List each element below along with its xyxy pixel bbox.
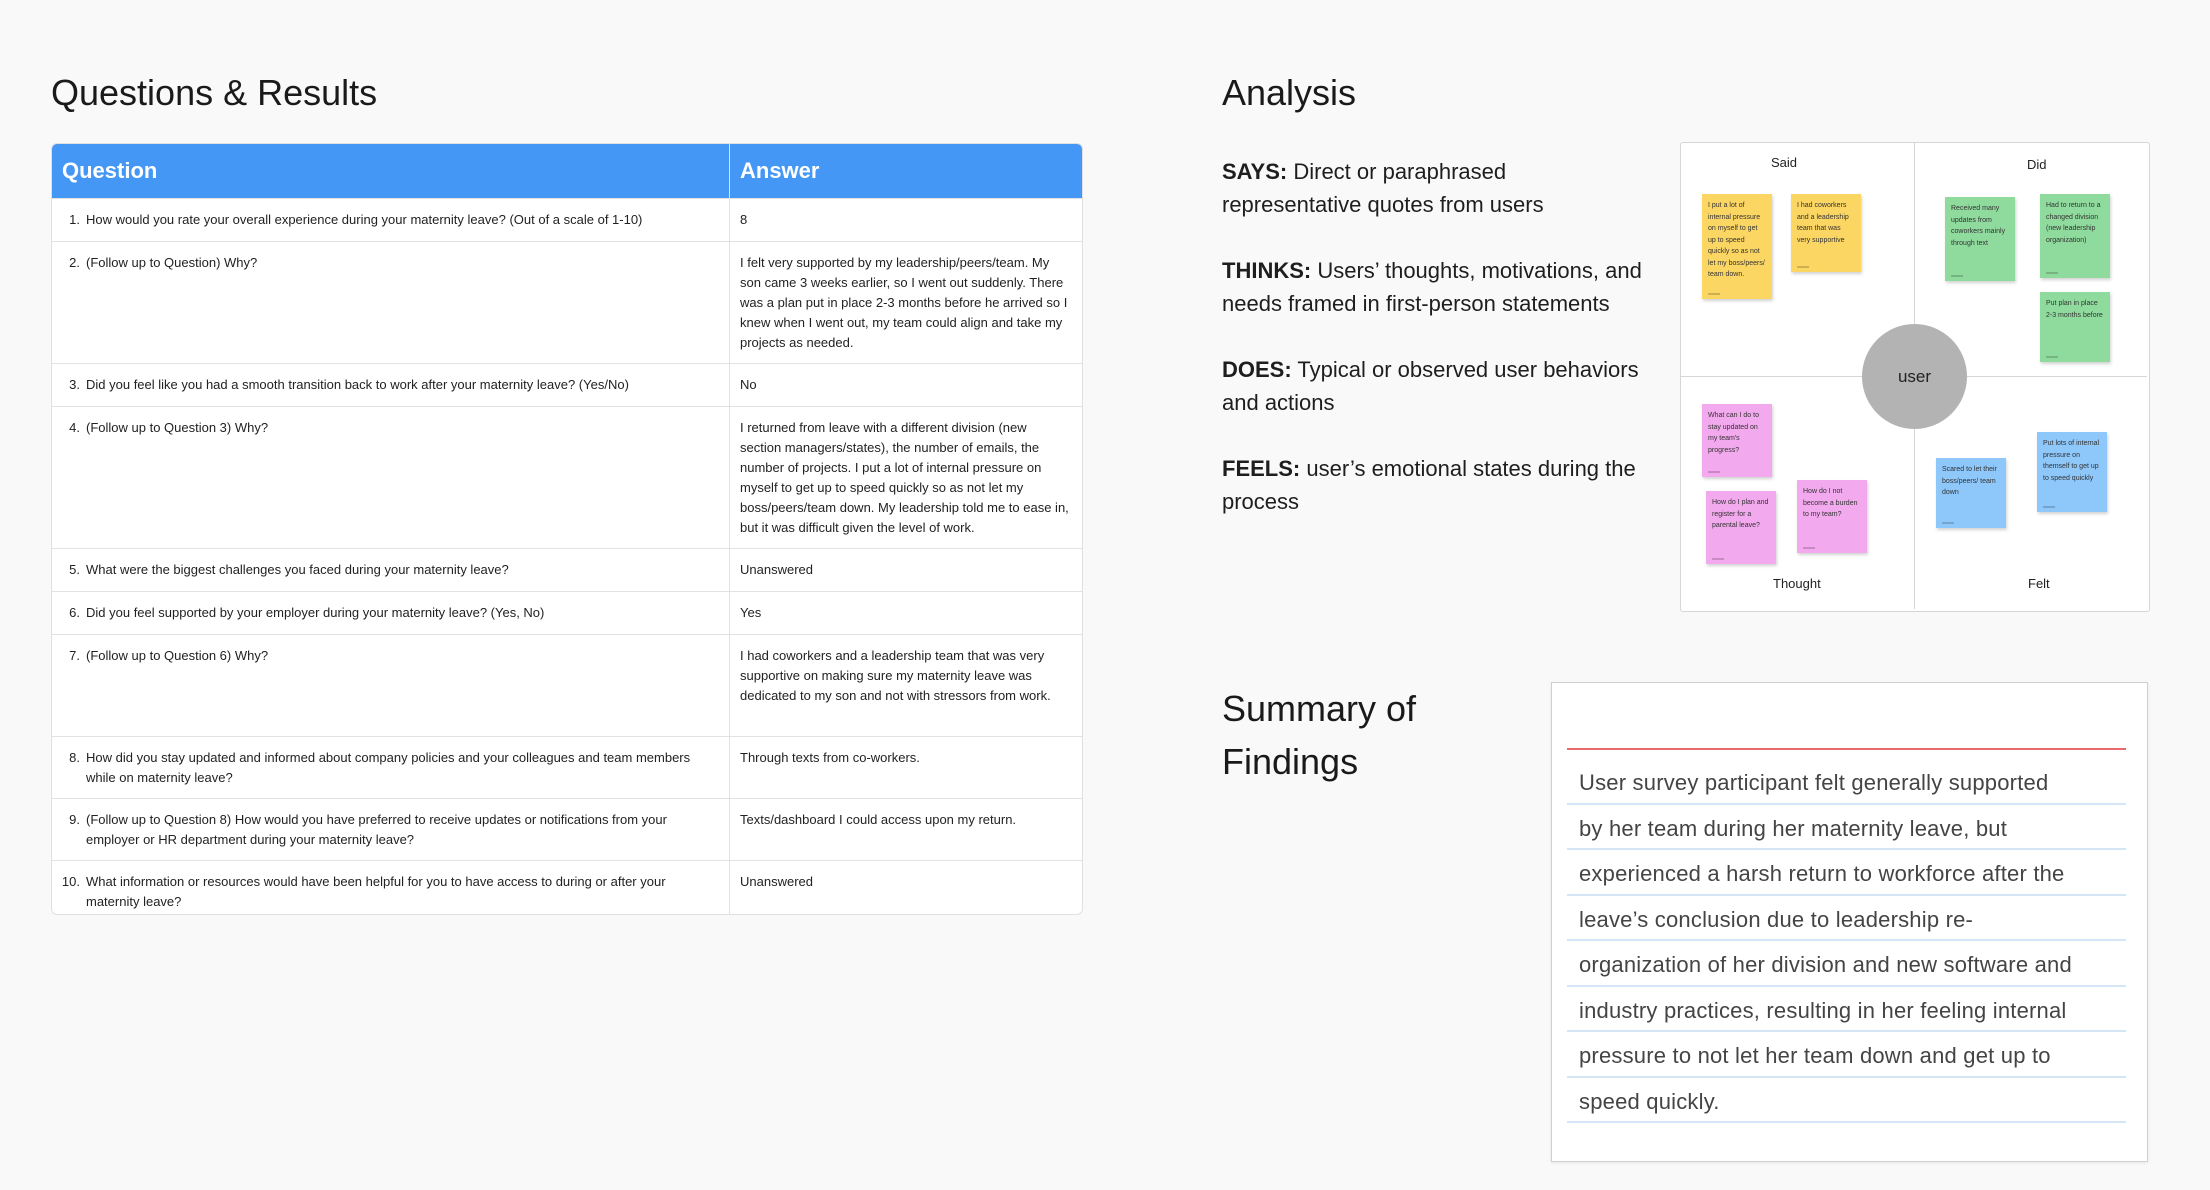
- analysis-definitions: SAYS: Direct or paraphrased representati…: [1222, 155, 1642, 551]
- table-row: 10. What information or resources would h…: [52, 860, 1082, 914]
- feels-definition: FEELS: user’s emotional states during th…: [1222, 452, 1642, 518]
- summary-line: by her team during her maternity leave, …: [1567, 806, 2126, 850]
- said-label: Said: [1771, 155, 1798, 170]
- summary-line: pressure to not let her team down and ge…: [1567, 1033, 2126, 1078]
- summary-line: speed quickly.: [1567, 1079, 2126, 1123]
- user-label: user: [1897, 366, 1932, 386]
- question-text: (Follow up to Question 3) Why?: [86, 420, 269, 435]
- summary-line: experienced a harsh return to workforce …: [1567, 851, 2126, 896]
- sticky-note-text: I put a lot of internal pressure on myse…: [1708, 202, 1765, 278]
- summary-text: User survey participant felt generally s…: [1567, 760, 2126, 1124]
- summary-margin-rule: [1567, 748, 2126, 750]
- table-row: 2. (Follow up to Question) Why? I felt ve…: [52, 241, 1082, 363]
- sticky-note-text: Scared to let their boss/peers/ team dow…: [1942, 466, 1997, 496]
- question-text: How did you stay updated and informed ab…: [86, 750, 691, 785]
- summary-title: Summary of Findings: [1222, 682, 1416, 788]
- question-number: 7.: [69, 648, 80, 663]
- answer-text: I felt very supported by my leadership/p…: [740, 255, 1068, 350]
- sticky-note-thought[interactable]: How do I plan and register for a parenta…: [1706, 491, 1776, 564]
- sticky-note-text: Put plan in place 2-3 months before: [2046, 300, 2103, 319]
- table-row: 4. (Follow up to Question 3) Why? I retur…: [52, 406, 1082, 548]
- sticky-note-said[interactable]: I had coworkers and a leadership team th…: [1791, 194, 1861, 272]
- answer-text: 8: [740, 212, 748, 227]
- table-header: Question Answer: [52, 144, 1082, 198]
- summary-line: organization of her division and new sof…: [1567, 942, 2126, 987]
- sticky-note-text: I had coworkers and a leadership team th…: [1797, 202, 1849, 244]
- sticky-note-text: Put lots of internal pressure on themsel…: [2043, 440, 2100, 482]
- sticky-note-text: How do I not become a burden to my team?: [1803, 488, 1858, 518]
- questions-table: Question Answer 1. How would you rate you…: [51, 143, 1083, 915]
- table-row: 7. (Follow up to Question 6) Why? I had c…: [52, 634, 1082, 736]
- table-row: 9. (Follow up to Question 8) How would yo…: [52, 798, 1082, 860]
- answer-text: No: [740, 377, 757, 392]
- feels-label: FEELS:: [1222, 456, 1301, 481]
- sticky-note-text: Received many updates from coworkers mai…: [1951, 205, 2006, 247]
- does-label: DOES:: [1222, 357, 1292, 382]
- table-row: 8. How did you stay updated and informed …: [52, 736, 1082, 798]
- table-row: 5. What were the biggest challenges you f…: [52, 548, 1082, 591]
- thinks-label: THINKS:: [1222, 258, 1312, 283]
- user-circle: user: [1862, 324, 1967, 429]
- question-number: 5.: [69, 562, 80, 577]
- summary-card: User survey participant felt generally s…: [1551, 682, 2148, 1162]
- answer-text: Unanswered: [740, 562, 813, 577]
- answer-text: Unanswered: [740, 874, 813, 889]
- sticky-note-thought[interactable]: What can I do to stay updated on my team…: [1702, 404, 1772, 477]
- answer-text: Yes: [740, 605, 762, 620]
- question-text: (Follow up to Question 8) How would you …: [86, 812, 667, 847]
- does-definition: DOES: Typical or observed user behaviors…: [1222, 353, 1642, 419]
- answer-text: Through texts from co-workers.: [740, 750, 920, 765]
- question-number: 9.: [69, 812, 80, 827]
- did-label: Did: [2027, 157, 2047, 172]
- says-definition: SAYS: Direct or paraphrased representati…: [1222, 155, 1642, 221]
- summary-line: industry practices, resulting in her fee…: [1567, 988, 2126, 1032]
- summary-line: leave’s conclusion due to leadership re-: [1567, 897, 2126, 941]
- table-row: 6. Did you feel supported by your employe…: [52, 591, 1082, 634]
- sticky-note-felt[interactable]: Scared to let their boss/peers/ team dow…: [1936, 458, 2006, 528]
- question-number: 4.: [69, 420, 80, 435]
- summary-title-line2: Findings: [1222, 741, 1359, 782]
- sticky-note-text: What can I do to stay updated on my team…: [1708, 412, 1759, 454]
- says-label: SAYS:: [1222, 159, 1288, 184]
- answer-text: I returned from leave with a different d…: [740, 420, 1069, 535]
- sticky-note-did[interactable]: Had to return to a changed division (new…: [2040, 194, 2110, 278]
- thought-label: Thought: [1773, 576, 1821, 591]
- sticky-note-text: Had to return to a changed division (new…: [2046, 202, 2101, 244]
- question-text: How would you rate your overall experien…: [86, 212, 643, 227]
- thinks-definition: THINKS: Users’ thoughts, motivations, an…: [1222, 254, 1642, 320]
- summary-line: User survey participant felt generally s…: [1567, 760, 2126, 805]
- question-number: 8.: [69, 750, 80, 765]
- summary-title-line1: Summary of: [1222, 688, 1417, 729]
- analysis-title: Analysis: [1222, 72, 1357, 113]
- answer-text: Texts/dashboard I could access upon my r…: [740, 812, 1017, 827]
- question-text: What information or resources would have…: [86, 874, 666, 909]
- question-number: 10.: [61, 874, 80, 889]
- question-number: 6.: [69, 605, 80, 620]
- answer-text: I had coworkers and a leadership team th…: [740, 648, 1051, 703]
- question-text: What were the biggest challenges you fac…: [86, 562, 509, 577]
- sticky-note-said[interactable]: I put a lot of internal pressure on myse…: [1702, 194, 1772, 299]
- sticky-note-thought[interactable]: How do I not become a burden to my team?: [1797, 480, 1867, 553]
- question-number: 1.: [69, 212, 80, 227]
- column-header-question: Question: [52, 144, 730, 198]
- questions-results-title: Questions & Results: [51, 72, 378, 113]
- sticky-note-did[interactable]: Put plan in place 2-3 months before: [2040, 292, 2110, 362]
- sticky-note-text: How do I plan and register for a parenta…: [1712, 499, 1769, 529]
- question-text: (Follow up to Question) Why?: [86, 255, 258, 270]
- sticky-note-felt[interactable]: Put lots of internal pressure on themsel…: [2037, 432, 2107, 512]
- table-row: 1. How would you rate your overall experi…: [52, 198, 1082, 241]
- question-text: Did you feel like you had a smooth trans…: [86, 377, 629, 392]
- question-number: 2.: [69, 255, 80, 270]
- empathy-map: Said Did Thought Felt I put a lot of int…: [1680, 142, 2150, 612]
- table-row: 3. Did you feel like you had a smooth tra…: [52, 363, 1082, 406]
- question-number: 3.: [69, 377, 80, 392]
- column-header-answer: Answer: [740, 158, 820, 183]
- felt-label: Felt: [2028, 576, 2050, 591]
- question-text: Did you feel supported by your employer …: [86, 605, 545, 620]
- sticky-note-did[interactable]: Received many updates from coworkers mai…: [1945, 197, 2015, 281]
- question-text: (Follow up to Question 6) Why?: [86, 648, 269, 663]
